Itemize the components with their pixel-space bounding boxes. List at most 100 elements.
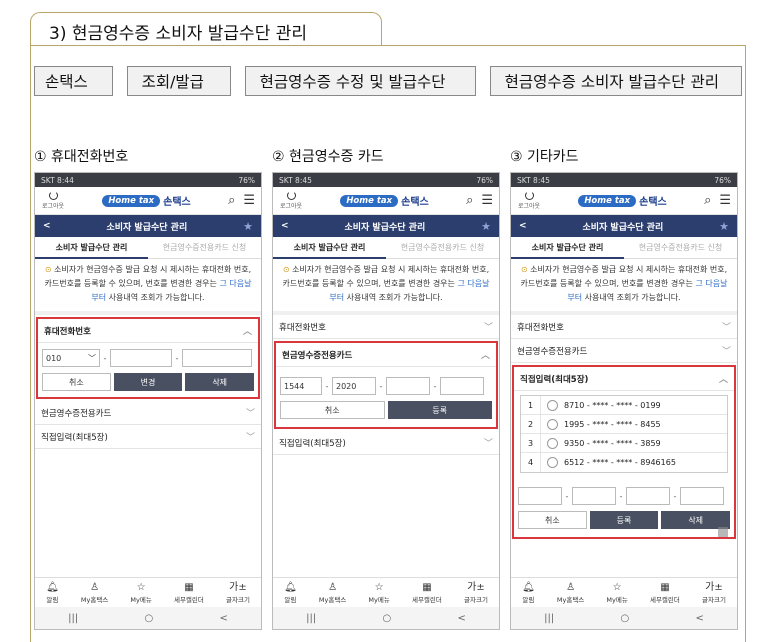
nav-my-hometax[interactable]: ♙ My홈택스	[81, 582, 108, 604]
card-list: 1 8710 - **** - **** - 0199 2 1995 - **** …	[520, 395, 728, 473]
accordion-direct[interactable]: 직접입력(최대5장) ︿	[514, 367, 734, 391]
card-part2-input[interactable]: 2020	[332, 377, 376, 395]
logout-button[interactable]: 로그아웃	[517, 191, 541, 210]
card-part1-input[interactable]: 1544	[280, 377, 322, 395]
nav-label: 글자크기	[464, 595, 488, 604]
card-radio[interactable]	[547, 437, 558, 449]
tab-consumer-means[interactable]: 소비자 발급수단 관리	[511, 237, 624, 259]
scroll-top-icon[interactable]	[718, 527, 728, 537]
card-part4-input[interactable]	[440, 377, 484, 395]
search-icon[interactable]: ⌕	[228, 193, 235, 208]
back-nav-icon[interactable]: <	[219, 613, 227, 624]
cancel-button[interactable]: 취소	[280, 401, 385, 419]
phone-prefix-value: 010	[46, 353, 62, 363]
tab-consumer-means[interactable]: 소비자 발급수단 관리	[273, 237, 386, 259]
recent-apps-icon[interactable]: |||	[68, 613, 78, 624]
direct-part4-input[interactable]	[680, 487, 724, 505]
nav-my-hometax[interactable]: ♙ My홈택스	[557, 582, 584, 604]
phone-prefix-select[interactable]: 010 ﹀	[42, 349, 100, 367]
register-button[interactable]: 등록	[387, 401, 492, 419]
cancel-button[interactable]: 취소	[42, 373, 111, 391]
nav-label: 알림	[284, 595, 297, 604]
nav-text-size[interactable]: 가± 글자크기	[464, 582, 488, 604]
change-button[interactable]: 변경	[113, 373, 183, 391]
accordion-card[interactable]: 현금영수증전용카드 ﹀	[35, 401, 261, 425]
card-radio[interactable]	[547, 418, 558, 430]
list-item[interactable]: 2 1995 - **** - **** - 8455	[521, 414, 727, 434]
recent-apps-icon[interactable]: |||	[306, 613, 316, 624]
card-row-number: 1	[521, 395, 541, 415]
accordion-phone[interactable]: 휴대전화번호 ﹀	[511, 315, 737, 339]
delete-button[interactable]: 삭제	[185, 373, 255, 391]
logout-button[interactable]: 로그아웃	[41, 191, 65, 210]
nav-my-menu[interactable]: ☆ My메뉴	[606, 582, 627, 604]
back-nav-icon[interactable]: <	[695, 613, 703, 624]
title-bar: < 소비자 발급수단 관리 ★	[273, 215, 499, 237]
chevron-down-icon: ﹀	[721, 347, 731, 357]
nav-my-menu[interactable]: ☆ My메뉴	[368, 582, 389, 604]
direct-button-row: 취소 등록 삭제	[514, 511, 734, 537]
direct-part2-input[interactable]	[572, 487, 616, 505]
brand-home: Home tax	[340, 194, 399, 207]
home-icon[interactable]: ○	[144, 613, 153, 624]
nav-alarm[interactable]: 🔔︎ 알림	[522, 582, 535, 604]
nav-text-size[interactable]: 가± 글자크기	[226, 582, 250, 604]
nav-label: My홈택스	[318, 595, 347, 604]
nav-alarm[interactable]: 🔔︎ 알림	[46, 582, 59, 604]
direct-part3-input[interactable]	[626, 487, 670, 505]
system-nav: ||| ○ <	[511, 607, 737, 629]
accordion-phone[interactable]: 휴대전화번호 ﹀	[273, 315, 499, 339]
accordion-direct[interactable]: 직접입력(최대5장) ﹀	[35, 425, 261, 449]
tab-card-apply[interactable]: 현금영수증전용카드 신청	[148, 237, 261, 259]
search-icon[interactable]: ⌕	[466, 193, 473, 208]
title-bar: < 소비자 발급수단 관리 ★	[35, 215, 261, 237]
back-icon[interactable]: <	[43, 221, 51, 231]
card-radio[interactable]	[547, 457, 558, 468]
chevron-down-icon: ﹀	[721, 323, 731, 333]
section-title: 3) 현금영수증 소비자 발급수단 관리	[30, 12, 382, 46]
direct-part1-input[interactable]	[518, 487, 562, 505]
menu-icon[interactable]: ☰	[719, 193, 731, 208]
logout-button[interactable]: 로그아웃	[279, 191, 303, 210]
recent-apps-icon[interactable]: |||	[544, 613, 554, 624]
power-icon	[286, 191, 296, 200]
list-item[interactable]: 3 9350 - **** - **** - 3859	[521, 433, 727, 453]
card-part3-input[interactable]	[386, 377, 430, 395]
favorite-star-icon[interactable]: ★	[481, 220, 491, 233]
search-icon[interactable]: ⌕	[704, 193, 711, 208]
favorite-star-icon[interactable]: ★	[243, 220, 253, 233]
logout-label: 로그아웃	[41, 203, 65, 210]
nav-alarm[interactable]: 🔔︎ 알림	[284, 582, 297, 604]
tab-card-apply[interactable]: 현금영수증전용카드 신청	[386, 237, 499, 259]
accordion-card[interactable]: 현금영수증전용카드 ︿	[276, 343, 496, 367]
favorite-star-icon[interactable]: ★	[719, 220, 729, 233]
nav-label: My메뉴	[606, 595, 628, 604]
back-icon[interactable]: <	[519, 221, 527, 231]
phone-middle-input[interactable]	[110, 349, 172, 367]
system-nav: ||| ○ <	[273, 607, 499, 629]
accordion-direct[interactable]: 직접입력(최대5장) ﹀	[273, 431, 499, 455]
phone-last-input[interactable]	[182, 349, 252, 367]
tab-consumer-means[interactable]: 소비자 발급수단 관리	[35, 237, 148, 259]
card-radio[interactable]	[547, 399, 558, 411]
tab-card-apply[interactable]: 현금영수증전용카드 신청	[624, 237, 737, 259]
register-button[interactable]: 등록	[589, 511, 659, 529]
accordion-phone[interactable]: 휴대전화번호 ︿	[38, 319, 258, 343]
phone-section-highlight: 휴대전화번호 ︿ 010 ﹀ - - 취소 변경 삭제	[36, 317, 260, 399]
accordion-card[interactable]: 현금영수증전용카드 ﹀	[511, 339, 737, 363]
list-item[interactable]: 1 8710 - **** - **** - 0199	[521, 395, 727, 415]
home-icon[interactable]: ○	[382, 613, 391, 624]
nav-calendar[interactable]: ▦ 세무캘린더	[650, 582, 680, 604]
back-nav-icon[interactable]: <	[457, 613, 465, 624]
nav-my-hometax[interactable]: ♙ My홈택스	[319, 582, 346, 604]
cancel-button[interactable]: 취소	[518, 511, 587, 529]
nav-text-size[interactable]: 가± 글자크기	[702, 582, 726, 604]
list-item[interactable]: 4 6512 - **** - **** - 8946165	[521, 453, 727, 472]
nav-my-menu[interactable]: ☆ My메뉴	[130, 582, 151, 604]
nav-calendar[interactable]: ▦ 세무캘린더	[174, 582, 204, 604]
nav-calendar[interactable]: ▦ 세무캘린더	[412, 582, 442, 604]
menu-icon[interactable]: ☰	[481, 193, 493, 208]
menu-icon[interactable]: ☰	[243, 193, 255, 208]
home-icon[interactable]: ○	[620, 613, 629, 624]
back-icon[interactable]: <	[281, 221, 289, 231]
